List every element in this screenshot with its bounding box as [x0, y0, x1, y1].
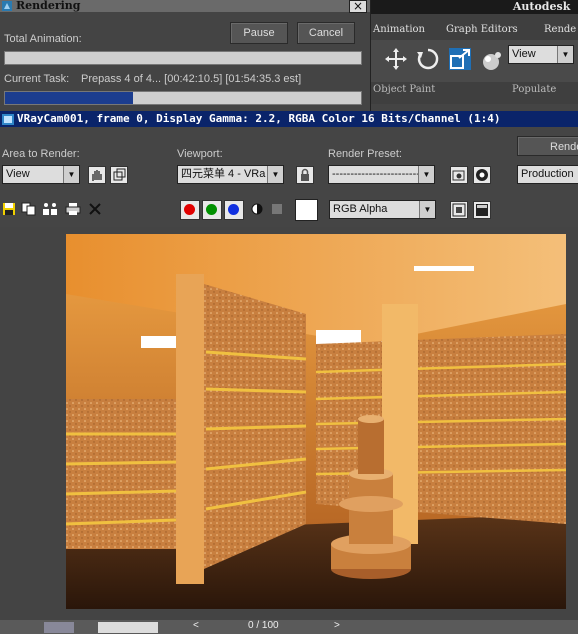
menu-graph-editors[interactable]: Graph Editors — [446, 24, 518, 35]
prev-frame-icon[interactable]: < — [193, 620, 199, 631]
save-icon[interactable] — [2, 202, 16, 216]
area-to-render-value: View — [6, 168, 30, 180]
max-main-panel: Autodesk Animation Graph Editors Rende V… — [371, 0, 578, 104]
auto-region-icon[interactable] — [110, 166, 128, 184]
rotate-icon[interactable] — [415, 46, 441, 72]
green-channel-icon — [206, 204, 217, 215]
menu-rendering[interactable]: Rende — [544, 24, 576, 35]
frame-toolbar: Area to Render: View ▼ Viewport: 四元菜单 4 -… — [0, 127, 578, 227]
time-slider-bar: < 0 / 100 > — [0, 620, 578, 634]
render-preset-value: ------------------------- — [332, 168, 424, 180]
brand-text: Autodesk — [512, 0, 571, 13]
scroll-track[interactable] — [98, 622, 158, 633]
pause-button[interactable]: Pause — [230, 22, 288, 44]
area-to-render-dropdown[interactable]: View ▼ — [2, 165, 80, 184]
dialog-titlebar: Rendering — [0, 0, 370, 12]
chevron-down-icon: ▼ — [557, 46, 573, 63]
time-slider-thumb[interactable] — [44, 622, 74, 633]
environment-icon[interactable] — [473, 166, 491, 184]
ribbon-toolbar: View ▼ — [371, 40, 578, 82]
render-button[interactable]: Rende — [517, 136, 578, 156]
move-icon[interactable] — [383, 46, 409, 72]
monochrome-icon[interactable] — [272, 204, 282, 214]
viewport-label: Viewport: — [177, 148, 223, 160]
edit-region-icon[interactable] — [88, 166, 106, 184]
render-preset-label: Render Preset: — [328, 148, 402, 160]
total-animation-label: Total Animation: — [4, 33, 82, 45]
blue-channel-icon — [228, 204, 239, 215]
chevron-down-icon: ▼ — [267, 166, 283, 183]
color-swatch[interactable] — [295, 199, 318, 221]
frame-window-title: VRayCam001, frame 0, Display Gamma: 2.2,… — [17, 112, 501, 125]
frame-window-icon — [2, 114, 14, 125]
rendered-image — [66, 234, 566, 609]
object-paint-label: Object Paint — [373, 84, 436, 95]
rendering-dialog: Rendering × Total Animation: Pause Cance… — [0, 0, 371, 112]
chevron-down-icon: ▼ — [419, 201, 435, 218]
reference-coord-dropdown[interactable]: View ▼ — [508, 45, 574, 64]
render-setup-icon[interactable] — [450, 166, 468, 184]
next-frame-icon[interactable]: > — [334, 620, 340, 631]
total-progress-bar — [4, 51, 362, 65]
cancel-button[interactable]: Cancel — [297, 22, 355, 44]
toggle-ui-icon[interactable] — [473, 201, 491, 219]
production-value: Production — [521, 168, 574, 180]
red-channel-icon — [184, 204, 195, 215]
lock-icon[interactable] — [296, 166, 314, 184]
chevron-down-icon: ▼ — [418, 166, 434, 183]
frame-counter: 0 / 100 — [248, 620, 279, 631]
area-to-render-label: Area to Render: — [2, 148, 80, 160]
current-task-label: Current Task: — [4, 73, 70, 85]
menu-animation[interactable]: Animation — [373, 24, 425, 35]
dialog-title: Rendering — [16, 0, 81, 12]
production-dropdown[interactable]: Production — [517, 165, 578, 184]
material-sphere-icon[interactable] — [479, 50, 503, 72]
viewport-value: 四元菜单 4 - VRa — [181, 168, 266, 180]
scale-icon[interactable] — [447, 46, 473, 72]
render-preset-dropdown[interactable]: ------------------------- ▼ — [328, 165, 435, 184]
red-channel-button[interactable] — [180, 200, 200, 220]
blue-channel-button[interactable] — [224, 200, 244, 220]
frame-window-titlebar: VRayCam001, frame 0, Display Gamma: 2.2,… — [0, 111, 578, 127]
close-icon[interactable]: × — [349, 0, 367, 13]
brand-title: Autodesk — [371, 0, 578, 14]
copy-image-icon[interactable] — [21, 202, 37, 216]
toggle-ui-overlay-icon[interactable] — [450, 201, 468, 219]
reference-coord-value: View — [512, 48, 536, 60]
task-progress-fill — [5, 92, 134, 104]
viewport-dropdown[interactable]: 四元菜单 4 - VRa ▼ — [177, 165, 284, 184]
print-icon[interactable] — [65, 202, 81, 216]
clear-icon[interactable] — [88, 202, 102, 216]
display-channel-value: RGB Alpha — [333, 203, 388, 215]
app-icon — [2, 1, 12, 11]
task-progress-bar — [4, 91, 362, 105]
alpha-channel-icon[interactable] — [251, 203, 263, 215]
display-channel-dropdown[interactable]: RGB Alpha ▼ — [329, 200, 436, 219]
green-channel-button[interactable] — [202, 200, 222, 220]
populate-label: Populate — [512, 84, 557, 95]
current-task-value: Prepass 4 of 4... [00:42:10.5] [01:54:35… — [81, 73, 302, 85]
chevron-down-icon: ▼ — [63, 166, 79, 183]
clone-frame-icon[interactable] — [42, 202, 60, 216]
